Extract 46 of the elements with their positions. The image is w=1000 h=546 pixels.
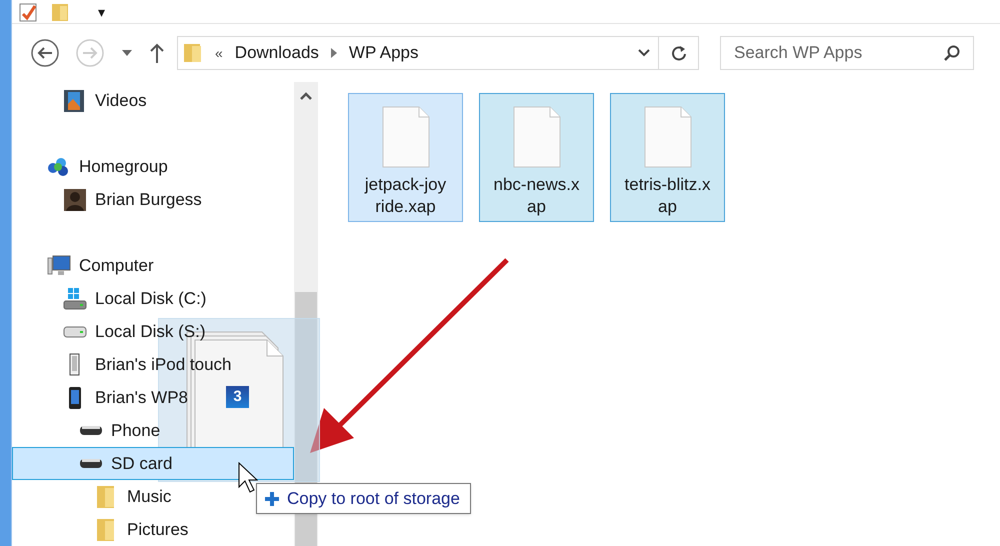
back-icon[interactable]: [30, 38, 60, 68]
drive-icon: [79, 425, 103, 436]
file-name: nbc-news.x ap: [494, 174, 580, 218]
file-name: jetpack-joy ride.xap: [364, 174, 446, 218]
document-icon: [512, 106, 560, 168]
tree-item[interactable]: Brian's WP8: [95, 384, 188, 410]
search-field[interactable]: Search WP Apps: [720, 36, 974, 70]
tooltip-text: Copy to root of storage: [287, 488, 460, 510]
tree-item[interactable]: Brian's iPod touch: [95, 352, 232, 378]
scroll-up-icon[interactable]: [300, 92, 312, 100]
file-item[interactable]: nbc-news.x ap: [479, 93, 594, 222]
overflow-chevrons[interactable]: «: [215, 42, 223, 64]
breadcrumb[interactable]: Downloads: [234, 40, 319, 66]
tree-item[interactable]: Videos: [95, 88, 147, 114]
document-icon: [382, 106, 430, 168]
tree-item[interactable]: Phone: [111, 418, 160, 444]
refresh-button[interactable]: [659, 36, 699, 70]
computer-icon: [47, 254, 71, 278]
count-badge: 3: [226, 386, 249, 408]
file-item[interactable]: tetris-blitz.x ap: [610, 93, 725, 222]
customize-menu-glyph[interactable]: ▾: [98, 4, 105, 18]
breadcrumb-arrow-icon[interactable]: [330, 48, 337, 58]
tree-item[interactable]: Music: [127, 484, 172, 510]
system-drive-icon: [63, 286, 87, 310]
dropdown-icon[interactable]: [121, 49, 133, 57]
address-bar[interactable]: « Downloads WP Apps: [177, 36, 659, 70]
breadcrumb[interactable]: WP Apps: [348, 40, 419, 66]
search-icon[interactable]: [943, 44, 961, 62]
tree-item[interactable]: Pictures: [127, 516, 188, 542]
drive-icon: [63, 326, 87, 338]
tree-item[interactable]: Computer: [79, 252, 154, 278]
tree-item[interactable]: SD card: [12, 447, 294, 480]
plus-icon: [263, 490, 281, 508]
file-name: tetris-blitz.x ap: [624, 174, 710, 218]
file-item[interactable]: jetpack-joy ride.xap: [348, 93, 463, 222]
tree-item[interactable]: Local Disk (C:): [95, 286, 206, 312]
user-photo-icon: [63, 188, 87, 212]
tree-item[interactable]: Brian Burgess: [95, 186, 202, 212]
refresh-icon: [670, 44, 686, 62]
tree-item[interactable]: Homegroup: [79, 154, 168, 180]
document-icon: [644, 106, 692, 168]
folder-icon: [183, 42, 203, 64]
up-arrow-icon[interactable]: [149, 42, 165, 64]
drive-icon: [79, 458, 103, 469]
chevron-down-icon[interactable]: [638, 49, 650, 57]
tree-item[interactable]: Local Disk (S:): [95, 318, 206, 344]
